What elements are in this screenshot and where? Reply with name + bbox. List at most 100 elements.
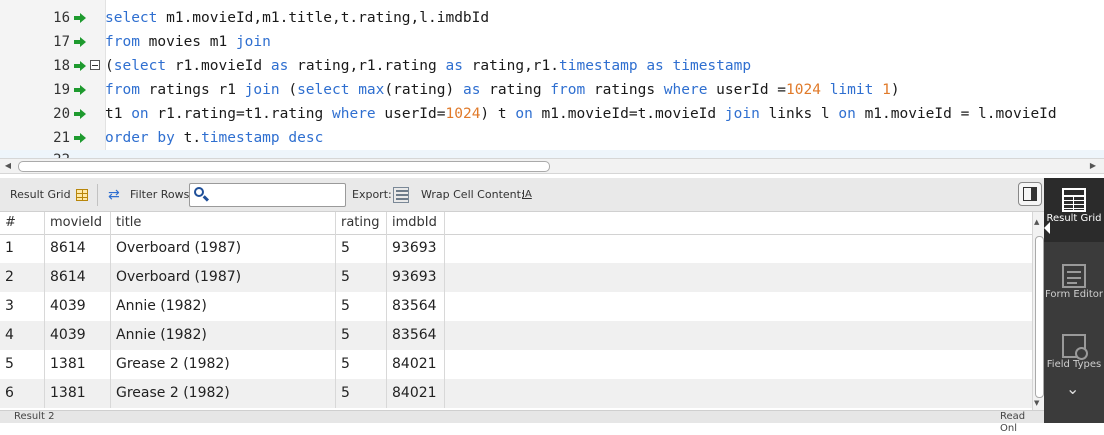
sql-text: ( [279,82,298,98]
table-cell[interactable]: 4039 [45,292,111,321]
more-chevron-icon[interactable]: ⌄ [1066,381,1079,397]
row-number[interactable]: 3 [0,292,45,321]
sql-keyword: select [113,58,167,74]
result-tab[interactable]: Result 2 [14,411,54,423]
result-grid-panel-label: Result Grid [1046,213,1102,224]
execute-arrow-icon[interactable] [74,85,86,95]
editor-horizontal-scrollbar[interactable]: ◀ ▶ [0,158,1104,174]
sql-keyword: limit [829,82,874,98]
refresh-arrows-icon[interactable]: ⇄ [108,188,120,202]
table-cell[interactable]: 5 [336,292,387,321]
row-number[interactable]: 2 [0,263,45,292]
table-cell[interactable]: 1381 [45,379,111,408]
row-number[interactable]: 4 [0,321,45,350]
wrap-cell-content-icon[interactable]: IA [522,189,532,200]
column-header[interactable]: movieId [45,212,111,234]
scrollbar-thumb[interactable] [1035,236,1044,398]
table-cell[interactable]: 8614 [45,263,111,292]
table-cell[interactable]: 84021 [387,350,445,379]
table-cell[interactable]: 8614 [45,234,111,263]
table-cell[interactable]: 93693 [387,234,445,263]
scrollbar-thumb[interactable] [18,161,550,172]
sql-editor[interactable]: 16 select m1.movieId,m1.title,t.rating,l.… [0,0,1104,158]
row-number[interactable]: 1 [0,234,45,263]
export-icon[interactable] [393,187,409,203]
table-row[interactable]: 1 8614 Overboard (1987) 5 93693 [0,234,1032,263]
table-cell[interactable]: 1381 [45,350,111,379]
table-cell[interactable]: 5 [336,379,387,408]
execute-arrow-icon[interactable] [74,37,86,47]
execute-arrow-icon[interactable] [74,13,86,23]
table-row[interactable]: 4 4039 Annie (1982) 5 83564 [0,321,1032,350]
table-row[interactable]: 2 8614 Overboard (1987) 5 93693 [0,263,1032,292]
sql-text: m1.movieId,m1.title,t.rating,l.imdbId [166,10,490,26]
table-row[interactable]: 5 1381 Grease 2 (1982) 5 84021 [0,350,1032,379]
execute-arrow-icon[interactable] [74,109,86,119]
table-cell[interactable]: Overboard (1987) [111,263,336,292]
result-grid-icon[interactable] [76,189,88,201]
active-panel-pointer-icon [1044,222,1050,234]
sql-number: 1 [882,82,891,98]
code-line[interactable]: 20 t1 on r1.rating=t1.rating where userId… [0,102,1104,126]
execute-arrow-icon[interactable] [74,61,86,71]
table-cell[interactable]: 5 [336,321,387,350]
toggle-side-panel-button[interactable] [1018,182,1042,206]
scroll-up-icon[interactable]: ▲ [1034,218,1039,226]
table-cell[interactable]: 5 [336,263,387,292]
sql-text: rating,r1. [462,58,559,74]
code-line[interactable]: 16 select m1.movieId,m1.title,t.rating,l.… [0,6,1104,30]
column-header[interactable]: rating [336,212,387,234]
sql-keyword: timestamp [672,58,752,74]
table-cell[interactable]: Annie (1982) [111,321,336,350]
scroll-right-icon[interactable]: ▶ [1088,161,1098,171]
sql-keyword: as [270,58,289,74]
table-cell[interactable]: Annie (1982) [111,292,336,321]
table-cell[interactable]: 83564 [387,321,445,350]
execute-arrow-icon[interactable] [74,133,86,143]
table-cell[interactable]: 5 [336,234,387,263]
code-line[interactable]: 18 (select r1.movieId as rating,r1.rating… [0,54,1104,78]
table-cell[interactable]: Overboard (1987) [111,234,336,263]
column-header[interactable]: imdbId [387,212,445,234]
sql-keyword: on [131,106,149,122]
result-tabs-strip: Result 2 Read Onl [0,410,1044,434]
code-line[interactable]: 21 order by t.timestamp desc [0,126,1104,150]
result-grid-panel-button[interactable]: Result Grid [1044,178,1104,242]
form-editor-panel-button[interactable]: Form Editor [1044,254,1104,318]
sql-keyword: as [462,82,481,98]
line-number: 21 [53,130,70,146]
field-types-icon [1062,334,1088,360]
table-cell[interactable]: 83564 [387,292,445,321]
table-row[interactable]: 6 1381 Grease 2 (1982) 5 84021 [0,379,1032,408]
result-grid[interactable]: # movieId title rating imdbId 1 8614 Overb… [0,212,1032,410]
table-row[interactable]: 3 4039 Annie (1982) 5 83564 [0,292,1032,321]
fold-toggle-icon[interactable] [90,60,100,70]
sql-keyword: on [515,106,533,122]
column-header[interactable]: # [0,212,45,234]
column-header[interactable]: title [111,212,336,234]
scroll-down-icon[interactable]: ▼ [1034,399,1039,407]
sql-keyword: join [235,34,271,50]
row-number[interactable]: 5 [0,350,45,379]
row-number[interactable]: 6 [0,379,45,408]
line-number: 19 [53,82,70,98]
table-cell[interactable]: 4039 [45,321,111,350]
grid-vertical-scrollbar[interactable]: ▲ ▼ [1032,212,1044,410]
scroll-left-icon[interactable]: ◀ [3,161,13,171]
code-line[interactable]: 19 from ratings r1 join (select max(ratin… [0,78,1104,102]
table-cell[interactable]: Grease 2 (1982) [111,350,336,379]
sql-text: (rating) [384,82,463,98]
sql-text: r1.movieId [166,58,271,74]
sql-keyword: from [550,82,586,98]
sql-keyword: max [358,82,385,98]
table-cell[interactable]: Grease 2 (1982) [111,379,336,408]
code-line[interactable]: 17 from movies m1 join [0,30,1104,54]
filter-rows-input[interactable] [189,183,346,207]
sql-keyword: desc [288,130,324,146]
table-cell[interactable]: 84021 [387,379,445,408]
table-cell[interactable]: 93693 [387,263,445,292]
table-cell[interactable]: 5 [336,350,387,379]
